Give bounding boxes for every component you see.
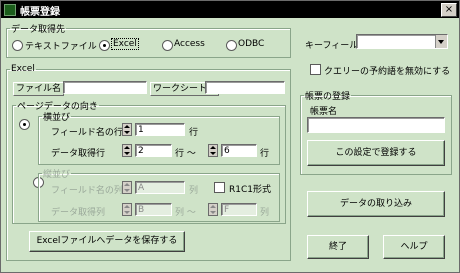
save-excel-button[interactable]: Excelファイルへデータを保存する [29, 231, 185, 252]
window-title: 帳票登録 [20, 7, 60, 18]
import-data-button[interactable]: データの取り込み [307, 191, 445, 217]
r1c1-checkbox[interactable] [214, 182, 225, 193]
data-source-legend: データ取得先 [11, 25, 66, 35]
radio-text-file-label: テキストファイル [25, 42, 97, 52]
report-registration-window: 帳票登録 × データ取得先 テキストファイル Excel Access ODBC… [0, 0, 460, 273]
disable-reserved-label: クエリーの予約語を無効にする [324, 67, 451, 77]
data-range-separator: 行 ～ [175, 149, 196, 159]
excel-legend: Excel [11, 64, 35, 74]
register-button[interactable]: この設定で登録する [307, 140, 445, 166]
file-name-input[interactable] [63, 81, 147, 94]
radio-text-file[interactable] [12, 40, 23, 51]
field-row-label: フィールド名の行 [51, 128, 123, 138]
col-to-unit: 列 [260, 208, 270, 218]
col-to-spinner[interactable] [208, 203, 218, 216]
radio-excel[interactable] [99, 40, 110, 51]
help-button[interactable]: ヘルプ [383, 235, 445, 259]
col-from-input[interactable]: B [135, 203, 172, 216]
data-from-input[interactable]: 2 [135, 144, 172, 157]
data-rows-label: データ取得行 [51, 149, 106, 159]
radio-odbc[interactable] [226, 40, 237, 51]
data-to-input[interactable]: 6 [221, 144, 257, 157]
radio-access[interactable] [162, 40, 173, 51]
radio-access-label: Access [174, 39, 205, 49]
col-range-separator: 列 ～ [175, 208, 196, 218]
field-col-spinner[interactable] [122, 181, 132, 194]
disable-reserved-checkbox[interactable] [310, 64, 321, 75]
file-name-label: ファイル名 [13, 82, 65, 96]
exit-button[interactable]: 終了 [307, 235, 369, 259]
radio-horizontal[interactable] [19, 119, 30, 130]
vertical-legend: 縦並び [43, 170, 71, 180]
data-to-unit: 行 [260, 149, 270, 159]
col-to-input[interactable]: F [221, 203, 257, 216]
field-row-input[interactable]: 1 [135, 123, 185, 136]
close-button[interactable]: × [441, 3, 457, 17]
report-name-input[interactable] [307, 117, 445, 133]
r1c1-label: R1C1形式 [229, 185, 271, 195]
chevron-down-icon[interactable] [435, 35, 447, 48]
field-row-unit: 行 [189, 128, 199, 138]
col-from-spinner[interactable] [122, 203, 132, 216]
horizontal-legend: 横並び [43, 113, 71, 123]
data-from-spinner[interactable] [122, 144, 132, 157]
registration-legend: 帳票の登録 [305, 92, 351, 102]
field-col-label: フィールド名の列 [51, 186, 123, 196]
field-col-unit: 列 [189, 186, 199, 196]
radio-excel-label: Excel [111, 38, 139, 50]
title-bar: 帳票登録 × [1, 1, 459, 18]
data-to-spinner[interactable] [208, 144, 218, 157]
field-row-spinner[interactable] [122, 123, 132, 136]
app-icon [4, 4, 16, 16]
sheet-name-input[interactable] [205, 81, 285, 94]
keyfield-select[interactable] [356, 34, 448, 49]
radio-odbc-label: ODBC [238, 39, 265, 49]
field-col-input[interactable]: A [135, 181, 185, 194]
data-cols-label: データ取得列 [51, 208, 106, 218]
report-name-label: 帳票名 [310, 107, 338, 117]
